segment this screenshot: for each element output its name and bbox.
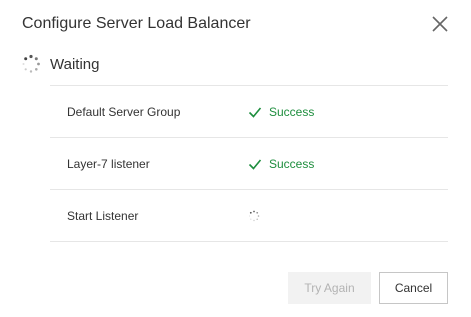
step-status-label: Success bbox=[269, 104, 315, 119]
spinner-icon bbox=[21, 54, 41, 74]
close-icon[interactable] bbox=[430, 14, 450, 34]
step-name: Layer-7 listener bbox=[67, 156, 150, 171]
step-list: Default Server Group Success Layer-7 lis… bbox=[50, 85, 448, 242]
step-row-default-server-group: Default Server Group Success bbox=[50, 85, 448, 137]
loading-spinner-icon bbox=[248, 210, 260, 221]
step-name: Default Server Group bbox=[67, 104, 181, 119]
step-status-label: Success bbox=[269, 156, 315, 171]
step-row-start-listener: Start Listener bbox=[50, 189, 448, 242]
step-status: Success bbox=[248, 157, 314, 171]
dialog-title: Configure Server Load Balancer bbox=[22, 15, 251, 32]
step-status: Success bbox=[248, 105, 314, 119]
step-row-layer7-listener: Layer-7 listener Success bbox=[50, 137, 448, 189]
check-icon bbox=[248, 158, 262, 170]
step-name: Start Listener bbox=[67, 208, 139, 223]
status-text: Waiting bbox=[50, 55, 100, 73]
overall-status: Waiting bbox=[21, 53, 99, 75]
step-status bbox=[248, 210, 260, 222]
try-again-button[interactable]: Try Again bbox=[288, 272, 371, 304]
cancel-button[interactable]: Cancel bbox=[379, 272, 448, 304]
check-icon bbox=[248, 106, 262, 118]
configure-slb-dialog: Configure Server Load Balancer Waiting D… bbox=[0, 0, 471, 317]
